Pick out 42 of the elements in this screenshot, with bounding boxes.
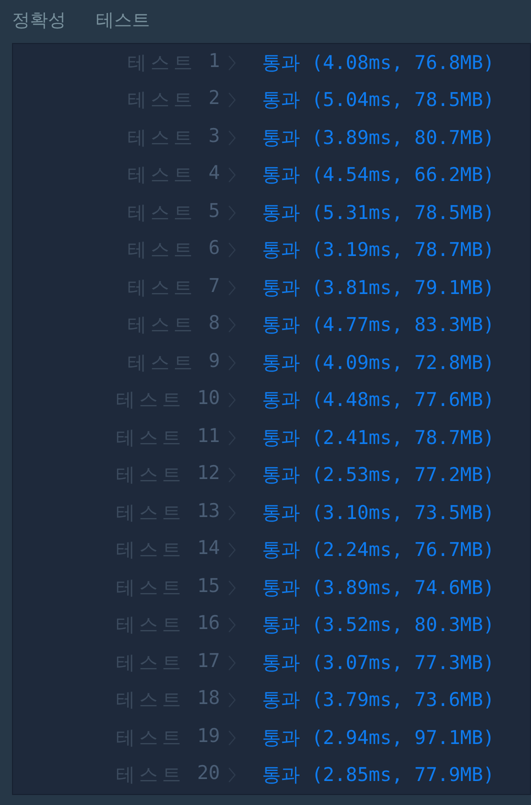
test-number: 16 <box>197 612 220 636</box>
test-result: 통과 (2.24ms, 76.7MB) <box>262 538 494 564</box>
test-result: 통과 (3.89ms, 74.6MB) <box>262 576 494 601</box>
test-result: 통과 (3.10ms, 73.5MB) <box>262 500 494 526</box>
test-number: 12 <box>197 462 220 486</box>
test-number: 4 <box>208 162 220 186</box>
test-number: 14 <box>197 537 220 562</box>
test-number: 6 <box>208 237 220 262</box>
test-result: 통과 (4.09ms, 72.8MB) <box>262 350 494 376</box>
test-result: 통과 (2.85ms, 77.9MB) <box>262 763 494 788</box>
section-title: 정확성 <box>12 8 66 32</box>
test-number: 7 <box>208 274 220 299</box>
test-number: 15 <box>197 574 220 599</box>
test-number: 8 <box>208 312 220 336</box>
test-number: 19 <box>197 724 220 749</box>
test-result: 통과 (5.31ms, 78.5MB) <box>262 200 494 226</box>
test-number: 3 <box>208 124 220 149</box>
test-result: 통과 (3.79ms, 73.6MB) <box>262 688 494 714</box>
test-result: 통과 (2.53ms, 77.2MB) <box>262 463 494 488</box>
test-result: 통과 (2.41ms, 78.7MB) <box>262 426 494 451</box>
test-result: 통과 (4.08ms, 76.8MB) <box>262 50 494 76</box>
test-result: 통과 (3.81ms, 79.1MB) <box>262 276 494 301</box>
test-number: 11 <box>197 424 220 449</box>
test-result: 통과 (2.94ms, 97.1MB) <box>262 726 494 751</box>
test-result: 통과 (3.89ms, 80.7MB) <box>262 126 494 151</box>
test-number: 2 <box>208 87 220 112</box>
section-subtitle: 테스트 <box>96 8 150 32</box>
test-result: 통과 (4.77ms, 83.3MB) <box>262 313 494 338</box>
test-number: 17 <box>197 650 220 674</box>
test-number: 5 <box>208 200 220 224</box>
test-result: 통과 (4.54ms, 66.2MB) <box>262 163 494 188</box>
test-result: 통과 (3.52ms, 80.3MB) <box>262 613 494 638</box>
test-result: 통과 (5.04ms, 78.5MB) <box>262 88 494 114</box>
test-number: 20 <box>197 762 220 786</box>
test-number: 18 <box>197 687 220 712</box>
test-result: 통과 (3.07ms, 77.3MB) <box>262 650 494 676</box>
test-result: 통과 (3.19ms, 78.7MB) <box>262 238 494 264</box>
test-number: 10 <box>197 387 220 412</box>
test-number: 13 <box>197 500 220 524</box>
test-result: 통과 (4.48ms, 77.6MB) <box>262 388 494 414</box>
test-number: 1 <box>208 50 220 74</box>
test-number: 9 <box>208 350 220 374</box>
